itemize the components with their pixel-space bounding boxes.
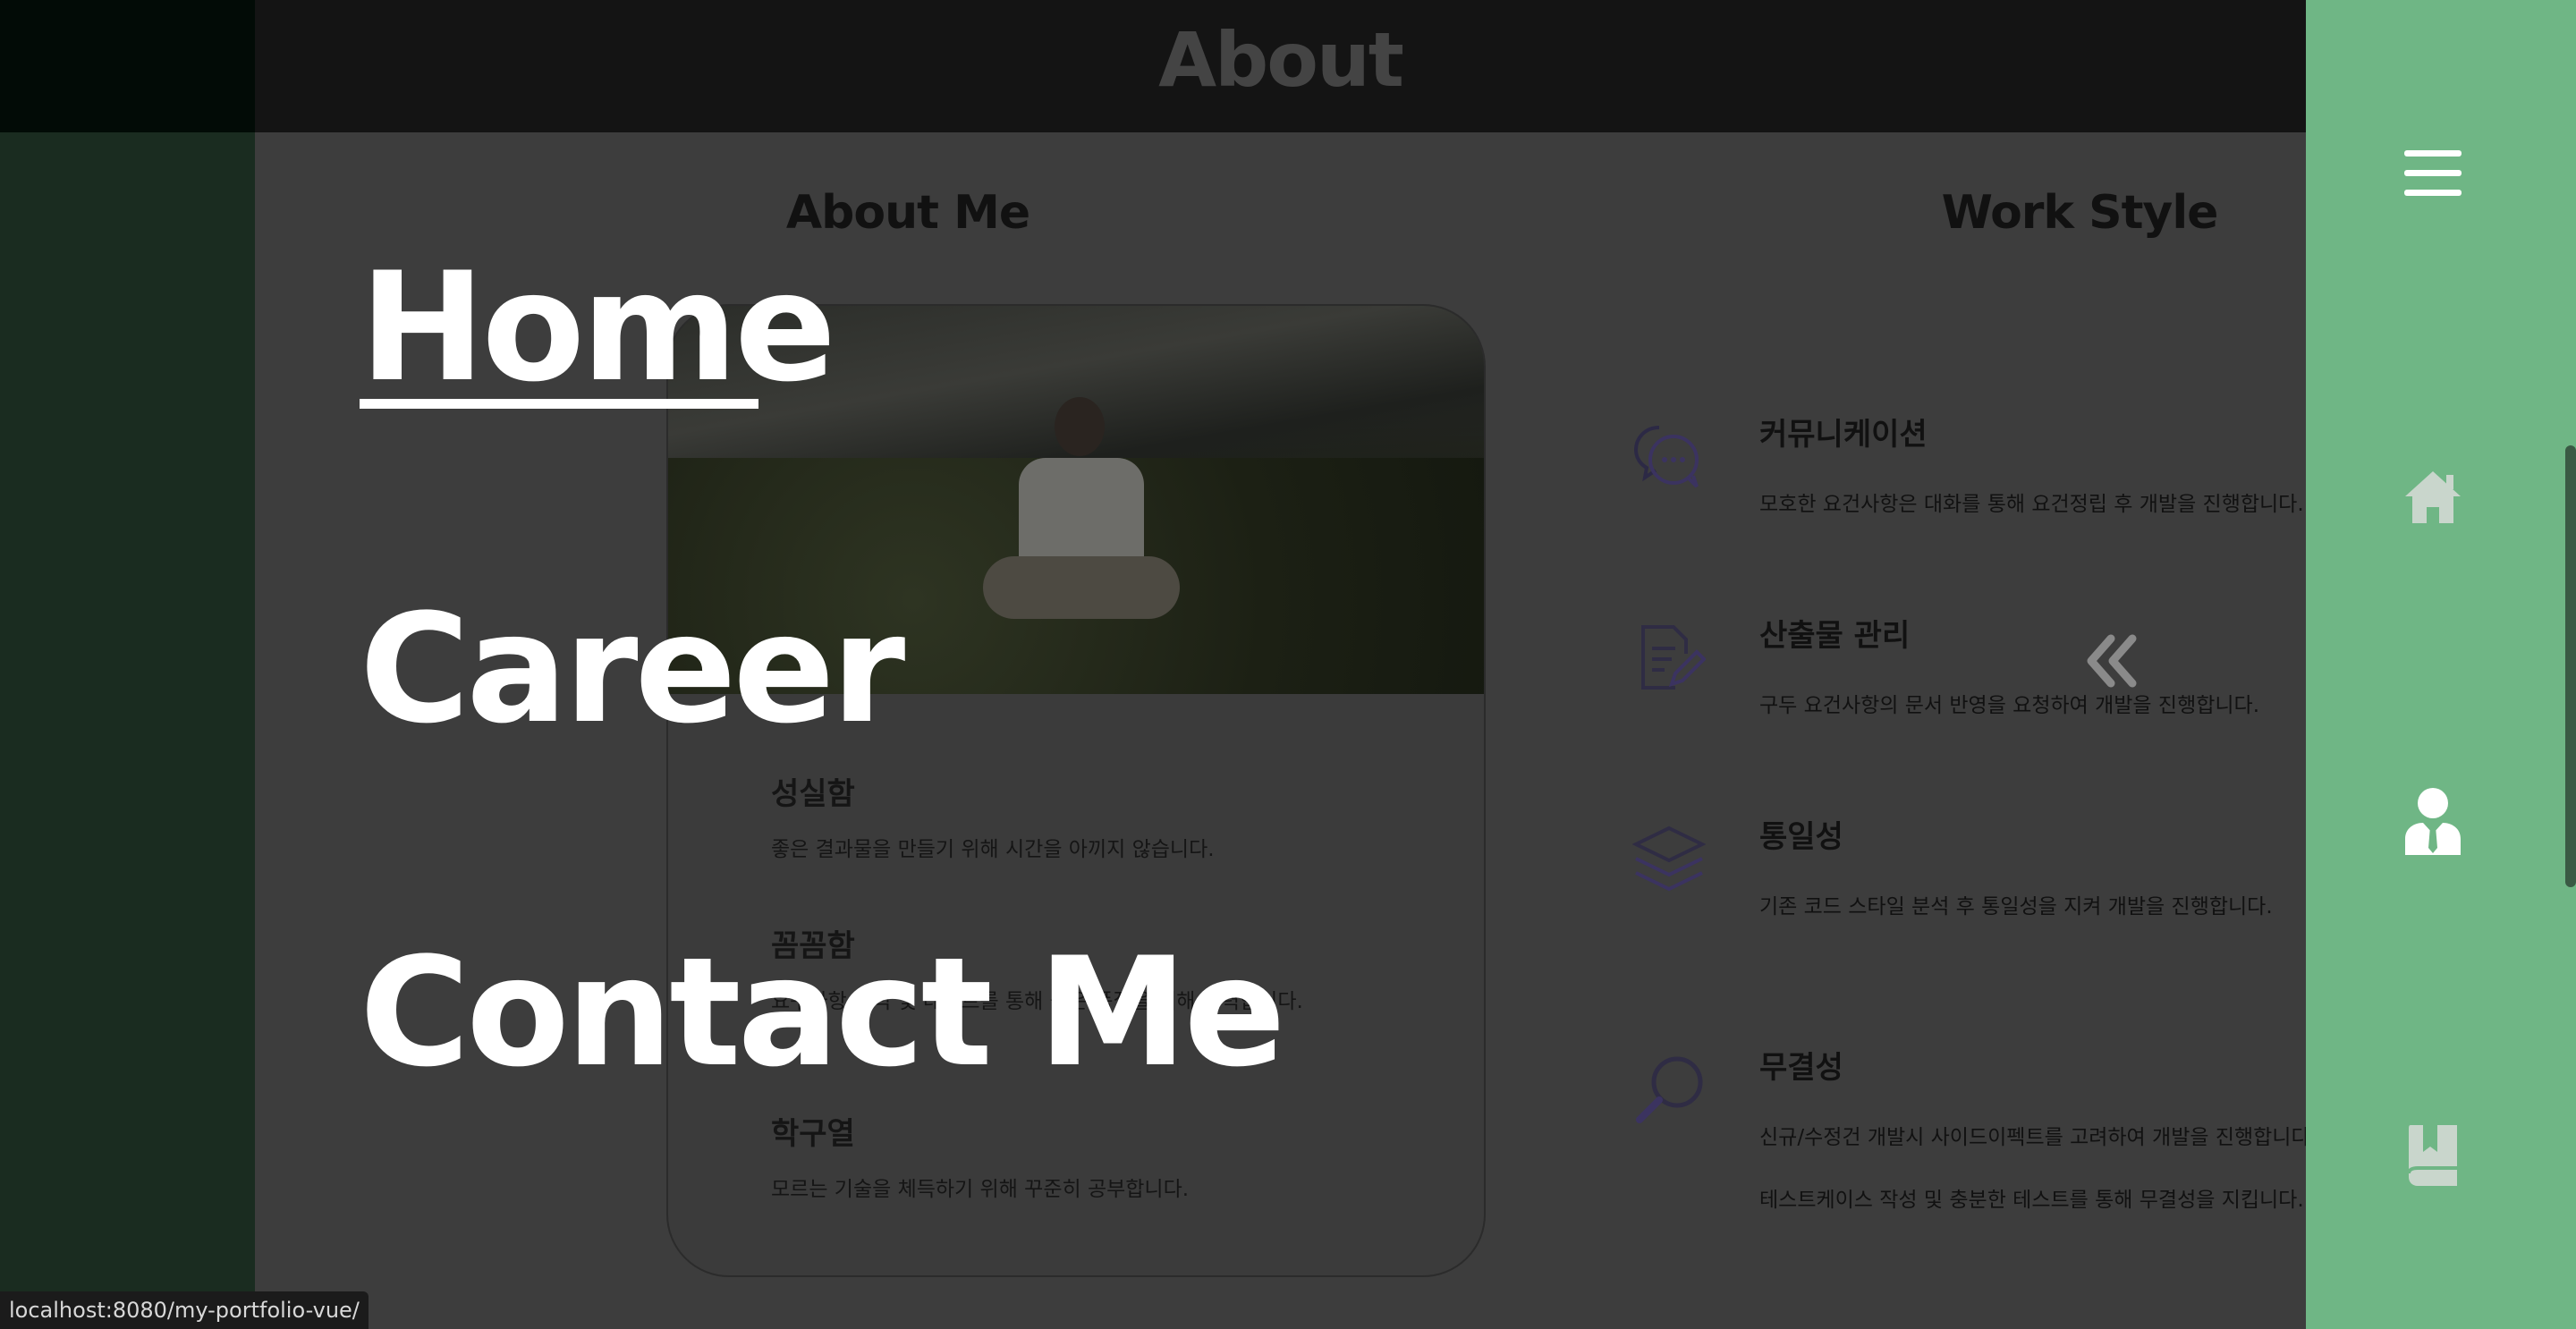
trait-desc: 좋은 결과물을 만들기 위해 시간을 아끼지 않습니다.: [771, 838, 1215, 861]
home-icon: [2405, 471, 2461, 523]
trait-item: 성실함 좋은 결과물을 만들기 위해 시간을 아끼지 않습니다.: [771, 769, 1215, 870]
home-nav-button[interactable]: [2402, 467, 2463, 528]
trait-title: 성실함: [771, 776, 855, 812]
left-background-strip: [0, 0, 255, 1329]
search-icon: [1636, 1056, 1703, 1123]
nav-contact-link[interactable]: Contact Me: [360, 937, 1285, 1088]
double-chevron-left-icon[interactable]: [2084, 630, 2138, 692]
nav-home-link[interactable]: Home: [360, 252, 836, 402]
about-nav-button[interactable]: [2402, 788, 2463, 855]
chat-bubbles-icon: [1633, 426, 1699, 488]
page-header: About: [255, 0, 2306, 132]
career-nav-button[interactable]: [2402, 1123, 2463, 1186]
document-edit-icon: [1641, 625, 1706, 690]
nav-home-underline: [360, 399, 758, 409]
layers-icon: [1632, 825, 1706, 892]
menu-icon: [2404, 150, 2462, 196]
bookmark-book-icon: [2407, 1125, 2457, 1186]
about-me-card: 성실함 좋은 결과물을 만들기 위해 시간을 아끼지 않습니다. 꼼꼼함 요구사…: [666, 304, 1486, 1277]
nav-career-link[interactable]: Career: [360, 594, 905, 744]
trait-desc: 모르는 기술을 체득하기 위해 꾸준히 공부합니다.: [771, 1178, 1190, 1201]
left-header-strip: [0, 0, 255, 132]
about-me-heading: About Me: [785, 186, 1030, 240]
trait-title: 학구열: [771, 1116, 855, 1152]
status-bar-url: localhost:8080/my-portfolio-vue/: [0, 1291, 369, 1329]
scrollbar-thumb[interactable]: [2565, 445, 2576, 887]
page-title: About: [1158, 16, 1404, 104]
menu-button[interactable]: [2402, 143, 2463, 204]
person-icon: [2405, 788, 2461, 855]
trait-item: 학구열 모르는 기술을 체득하기 위해 꾸준히 공부합니다.: [771, 1109, 1189, 1210]
